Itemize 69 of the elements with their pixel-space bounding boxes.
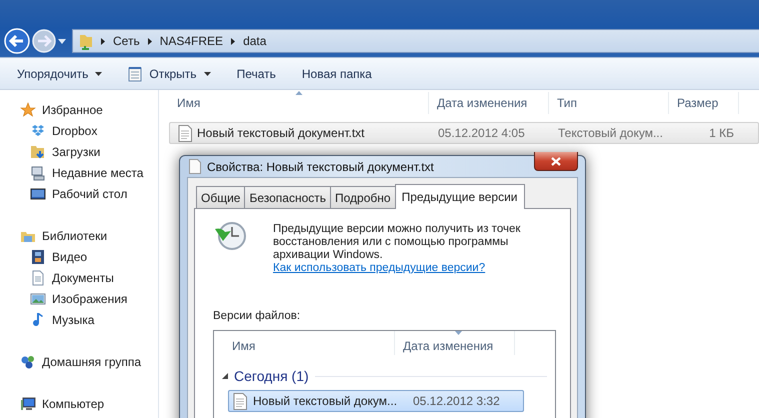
dropbox-icon: [30, 122, 46, 138]
sidebar-group[interactable]: Избранное: [42, 102, 103, 116]
file-type: Текстовый докум...: [557, 126, 664, 140]
sidebar-item[interactable]: Загрузки: [52, 144, 100, 158]
column-header[interactable]: Дата изменения: [429, 92, 549, 114]
sidebar-item[interactable]: Dropbox: [52, 124, 98, 138]
document-icon: [178, 124, 192, 142]
toolbar-button[interactable]: Открыть: [119, 62, 220, 86]
column-header[interactable]: Имя: [169, 92, 429, 114]
desktop-icon: [30, 186, 46, 202]
recent-places-icon: [30, 164, 46, 180]
toolbar-button[interactable]: Упорядочить: [8, 62, 112, 86]
tab[interactable]: Безопасность: [244, 186, 332, 208]
tab[interactable]: Подробно: [330, 186, 396, 208]
toolbar-button[interactable]: Новая папка: [292, 62, 381, 86]
version-row[interactable]: Новый текстовый докум... 05.12.2012 3:32: [228, 390, 524, 412]
toolbar-button[interactable]: Печать: [228, 62, 285, 86]
clock-with-arrow-icon: [213, 219, 247, 253]
sidebar-group[interactable]: Компьютер: [42, 396, 104, 410]
sidebar-item[interactable]: Недавние места: [52, 166, 144, 180]
document-icon: [233, 392, 247, 410]
network-folder-icon: [79, 32, 93, 50]
document-icon: [189, 159, 201, 174]
tab[interactable]: Общие: [196, 186, 246, 208]
sidebar-group[interactable]: Домашняя группа: [42, 354, 142, 368]
breadcrumb-arrow-icon[interactable]: [231, 38, 236, 44]
dropdown-arrow-icon[interactable]: [58, 38, 66, 44]
sidebar-item[interactable]: Документы: [52, 270, 114, 284]
music-note-icon: [30, 312, 46, 328]
column-header[interactable]: Имя: [214, 331, 395, 355]
file-size: 1 КБ: [708, 126, 735, 140]
dialog-title: Свойства: Новый текстовый документ.txt: [207, 160, 435, 174]
file-date: 05.12.2012 4:05: [437, 126, 526, 140]
homegroup-icon: [20, 354, 36, 370]
sidebar-item[interactable]: Музыка: [52, 312, 94, 326]
versions-label: Версии файлов:: [213, 310, 302, 322]
description-text: Предыдущие версии можно получить из точек восстановления или с помощью программы архивации Windows. Как использовать предыдущие версии?: [273, 222, 522, 275]
file-date: 05.12.2012 3:32: [412, 394, 501, 408]
group-header[interactable]: Сегодня (1): [234, 368, 309, 384]
sidebar-item[interactable]: Видео: [52, 250, 88, 264]
column-header[interactable]: Тип: [549, 92, 669, 114]
breadcrumb-arrow-icon[interactable]: [148, 38, 152, 44]
file-name: Новый текстовый докум...: [253, 394, 398, 408]
breadcrumb-item[interactable]: Сеть: [113, 34, 140, 48]
picture-icon: [30, 290, 46, 306]
file-name: Новый текстовый документ.txt: [197, 126, 365, 140]
breadcrumb-arrow-icon[interactable]: [101, 38, 105, 44]
downloads-folder-icon: [30, 144, 46, 160]
file-row[interactable]: Новый текстовый документ.txt 05.12.2012 4:05 Текстовый докум... 1 КБ: [169, 122, 759, 144]
caret-icon: [95, 72, 102, 76]
caret-icon: [204, 72, 211, 76]
computer-icon: [20, 396, 36, 412]
collapse-triangle-icon[interactable]: [222, 373, 228, 379]
star-icon: [20, 102, 36, 118]
close-button[interactable]: [534, 152, 578, 171]
column-header[interactable]: Размер: [669, 92, 739, 114]
tab[interactable]: Предыдущие версии: [394, 184, 524, 209]
column-header[interactable]: Дата изменения: [395, 331, 515, 355]
breadcrumb-item[interactable]: data: [243, 34, 266, 48]
document-icon: [30, 270, 46, 286]
sidebar-item[interactable]: Изображения: [52, 292, 128, 306]
close-icon: [551, 156, 561, 166]
help-link[interactable]: Как использовать предыдущие версии?: [273, 262, 486, 274]
sidebar-group[interactable]: Библиотеки: [42, 228, 108, 242]
film-icon: [30, 248, 46, 264]
address-bar[interactable]: Сеть NAS4FREE data: [72, 29, 759, 53]
notepad-icon: [128, 66, 142, 82]
sidebar-item[interactable]: Рабочий стол: [52, 186, 128, 200]
breadcrumb-item[interactable]: NAS4FREE: [160, 34, 224, 48]
